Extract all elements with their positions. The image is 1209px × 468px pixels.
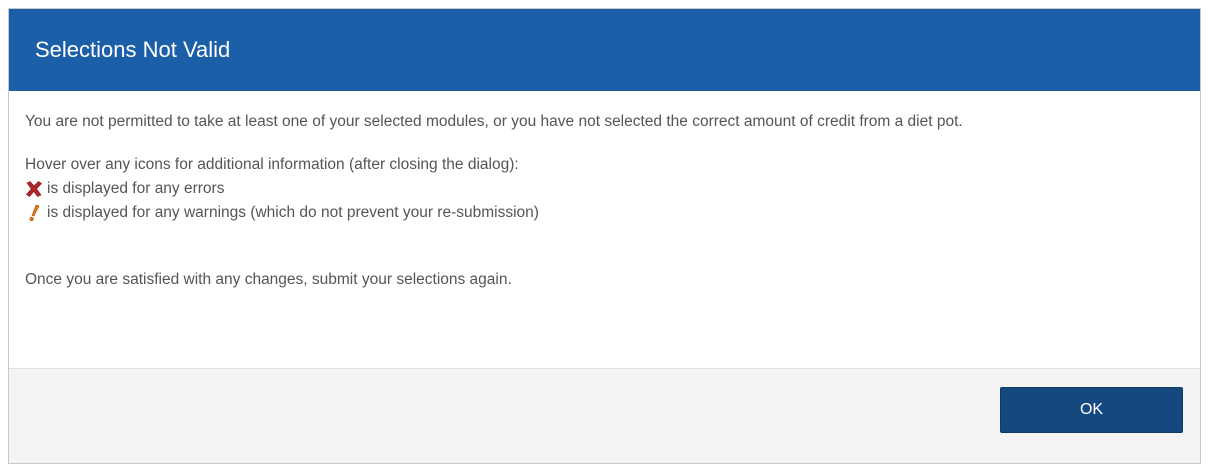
warning-legend-text: is displayed for any warnings (which do … [47, 204, 539, 221]
cross-icon [26, 181, 42, 197]
dialog-title: Selections Not Valid [35, 37, 231, 62]
error-legend-text: is displayed for any errors [47, 180, 225, 197]
error-explanation-text: You are not permitted to take at least o… [25, 113, 963, 130]
hover-instruction-text: Hover over any icons for additional info… [25, 156, 519, 173]
dialog-footer: OK [9, 368, 1200, 463]
closing-instruction-text: Once you are satisfied with any changes,… [25, 271, 512, 288]
dialog-content: You are not permitted to take at least o… [9, 91, 1200, 370]
exclamation-icon [29, 204, 40, 222]
ok-button[interactable]: OK [1000, 387, 1183, 433]
error-legend-line: is displayed for any errors [25, 177, 1184, 201]
warning-legend-line: is displayed for any warnings (which do … [25, 201, 1184, 225]
selections-not-valid-dialog: Selections Not Valid You are not permitt… [8, 8, 1201, 464]
dialog-title-bar: Selections Not Valid [9, 9, 1200, 91]
